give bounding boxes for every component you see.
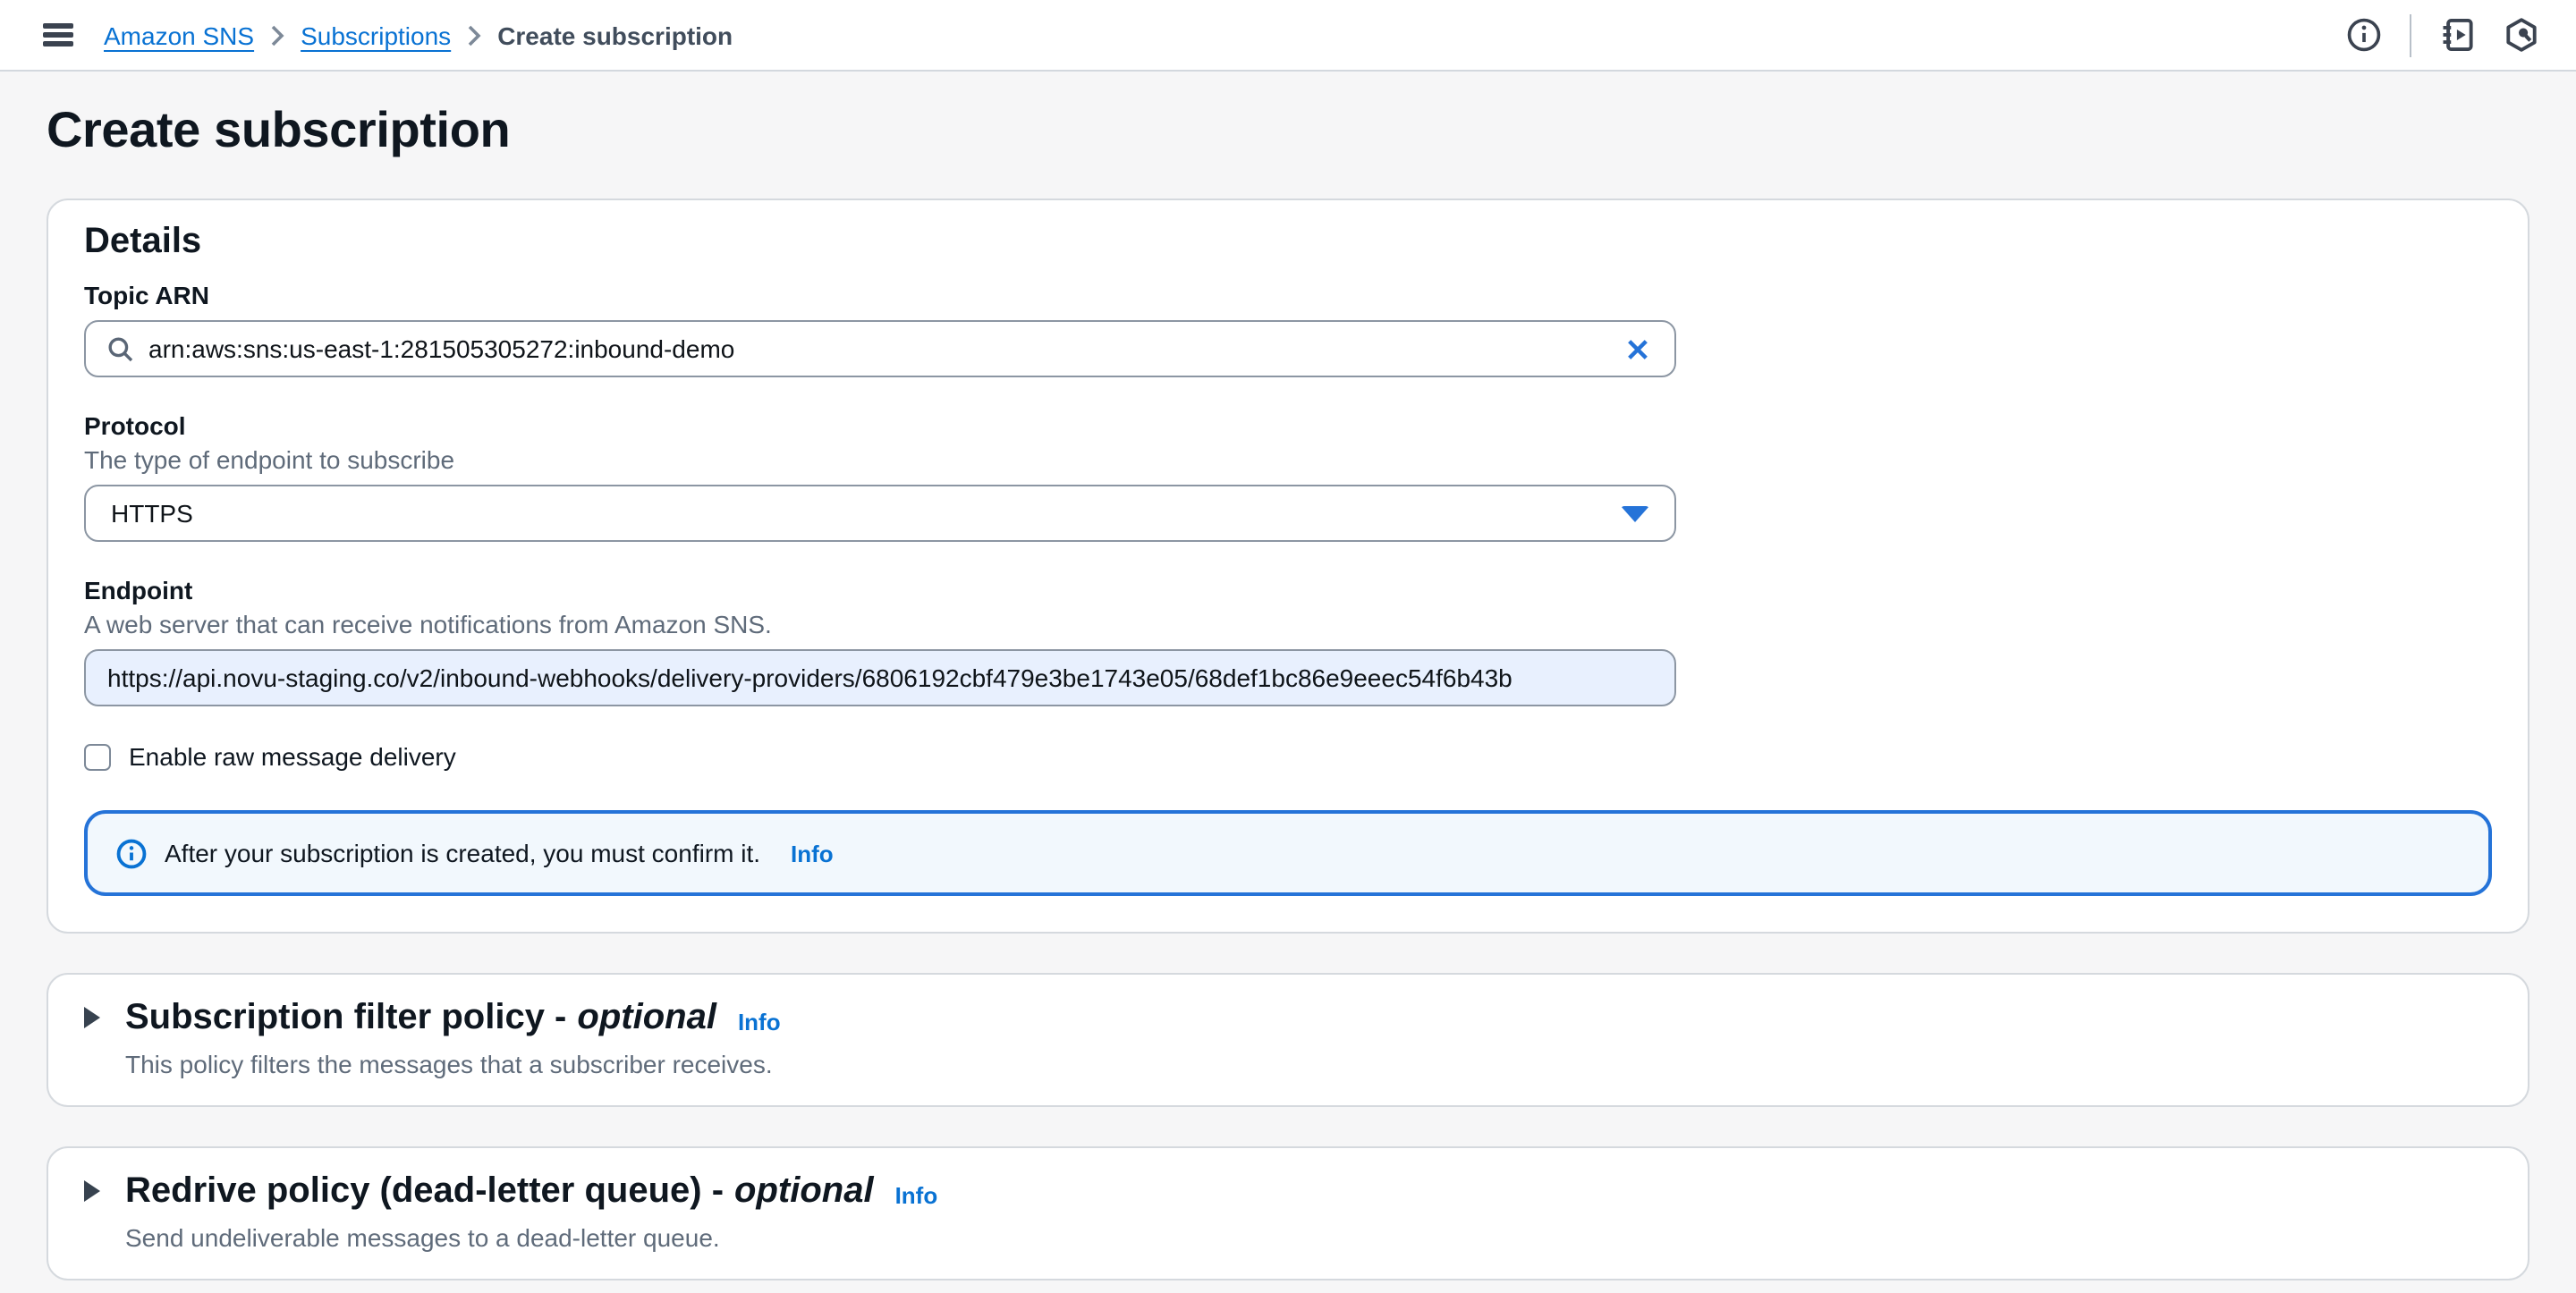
redrive-policy-description: Send undeliverable messages to a dead-le… [125,1221,2492,1254]
breadcrumb-link-amazon-sns[interactable]: Amazon SNS [104,21,254,49]
raw-message-delivery-row: Enable raw message delivery [84,742,2492,771]
topbar-divider [2410,13,2411,56]
raw-message-label: Enable raw message delivery [129,742,456,771]
details-heading: Details [84,220,2492,263]
notebook-play-icon[interactable] [2438,15,2478,55]
main-content: Create subscription Details Topic ARN [0,72,2576,1280]
breadcrumb: Amazon SNS Subscriptions Create subscrip… [104,21,733,49]
search-icon [107,335,134,362]
endpoint-description: A web server that can receive notificati… [84,608,2492,640]
page-title: Create subscription [47,72,2529,159]
filter-policy-info-link[interactable]: Info [738,1009,781,1039]
redrive-policy-info-link[interactable]: Info [895,1182,938,1213]
filter-policy-header[interactable]: Subscription filter policy -optional Inf… [84,996,2492,1039]
menu-icon[interactable] [43,23,73,46]
raw-message-checkbox[interactable] [84,743,111,770]
hexagon-node-icon[interactable] [2501,15,2540,55]
alert-info-link[interactable]: Info [791,840,834,866]
info-icon[interactable] [2343,15,2383,55]
endpoint-input[interactable] [107,663,1653,692]
top-bar: Amazon SNS Subscriptions Create subscrip… [0,0,2576,72]
protocol-select[interactable]: HTTPS [84,485,1676,542]
topbar-actions [2343,13,2540,56]
filter-policy-title: Subscription filter policy -optional [125,996,716,1039]
endpoint-input-wrap [84,649,1676,706]
filter-policy-card: Subscription filter policy -optional Inf… [47,973,2529,1107]
topic-arn-label: Topic ARN [84,279,2492,311]
app-root: Amazon SNS Subscriptions Create subscrip… [0,0,2576,1293]
protocol-selected-value: HTTPS [111,499,1606,528]
endpoint-field: Endpoint A web server that can receive n… [84,574,2492,706]
breadcrumb-current: Create subscription [497,21,733,49]
clear-icon[interactable] [1623,334,1653,364]
protocol-field: Protocol The type of endpoint to subscri… [84,410,2492,542]
breadcrumb-link-subscriptions[interactable]: Subscriptions [301,21,451,49]
topic-arn-input-wrap [84,320,1676,377]
chevron-right-icon [467,24,481,46]
details-card: Details Topic ARN [47,199,2529,934]
info-circle-icon [116,838,147,868]
alert-message: After your subscription is created, you … [165,839,760,867]
topic-arn-field: Topic ARN [84,279,2492,377]
triangle-down-icon [1621,505,1649,521]
redrive-policy-header[interactable]: Redrive policy (dead-letter queue) -opti… [84,1170,2492,1213]
protocol-label: Protocol [84,410,2492,442]
protocol-description: The type of endpoint to subscribe [84,444,2492,476]
topic-arn-input[interactable] [148,334,1608,363]
confirm-info-alert: After your subscription is created, you … [84,810,2492,896]
caret-right-icon [84,1007,100,1028]
endpoint-label: Endpoint [84,574,2492,606]
redrive-policy-title: Redrive policy (dead-letter queue) -opti… [125,1170,874,1213]
redrive-policy-card: Redrive policy (dead-letter queue) -opti… [47,1146,2529,1280]
filter-policy-description: This policy filters the messages that a … [125,1048,2492,1080]
chevron-right-icon [270,24,284,46]
caret-right-icon [84,1180,100,1202]
